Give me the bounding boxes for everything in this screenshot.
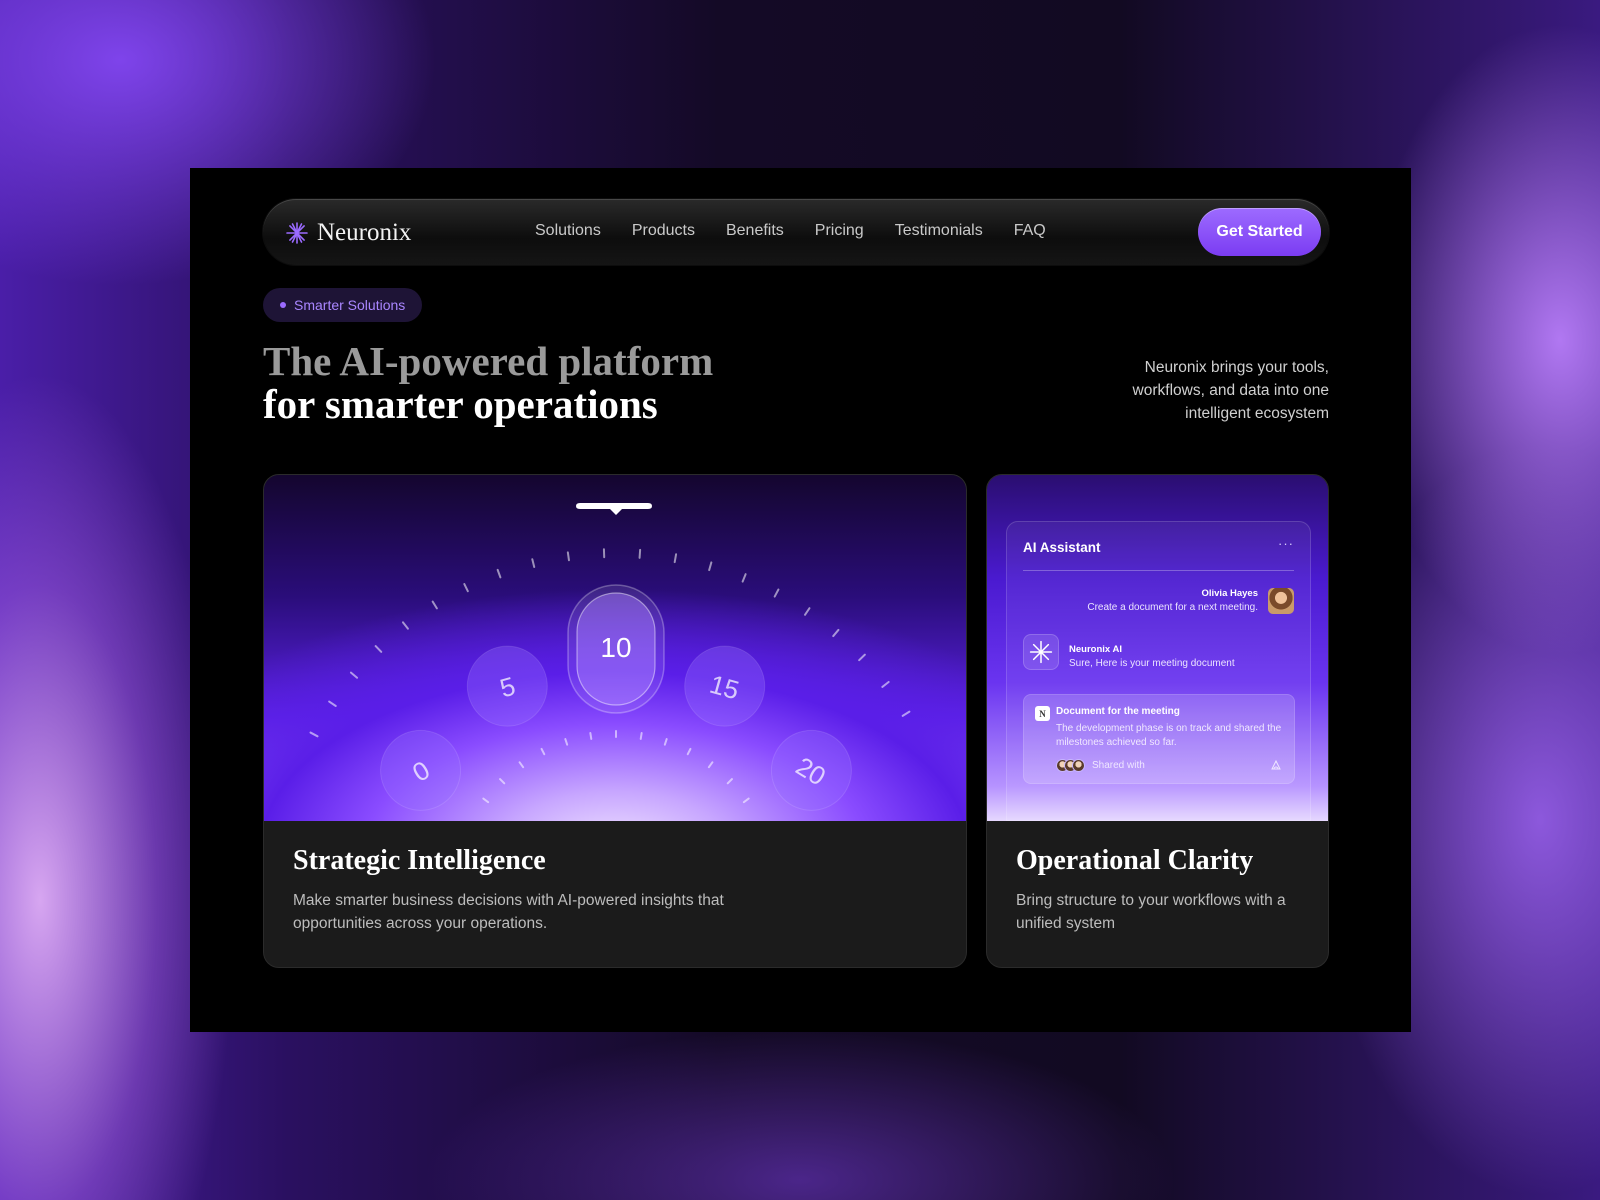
dot-icon	[280, 302, 286, 308]
dial-tick	[518, 761, 525, 769]
dial-tick	[741, 573, 747, 583]
avatar	[1268, 588, 1294, 614]
get-started-button[interactable]: Get Started	[1198, 208, 1321, 256]
hero-title: The AI-powered platform for smarter oper…	[263, 340, 713, 426]
hero-title-line2: for smarter operations	[263, 381, 658, 427]
nav-item-benefits[interactable]: Benefits	[726, 222, 784, 240]
nav-item-faq[interactable]: FAQ	[1014, 222, 1046, 240]
brand-name: Neuronix	[317, 219, 412, 246]
dial-tick	[707, 761, 714, 769]
ellipsis-icon[interactable]: ···	[1278, 536, 1294, 551]
divider	[1023, 570, 1294, 571]
nav-item-solutions[interactable]: Solutions	[535, 222, 601, 240]
hero-lead: Neuronix brings your tools, workflows, a…	[1132, 359, 1329, 422]
neuronix-ai-icon	[1023, 634, 1059, 670]
dial-tick	[708, 561, 713, 572]
dial-tick	[463, 583, 469, 593]
nav-item-testimonials[interactable]: Testimonials	[895, 222, 983, 240]
document-title: Document for the meeting	[1056, 706, 1180, 717]
dial-tick	[531, 558, 536, 569]
card-description: Bring structure to your workflows with a…	[1016, 892, 1286, 932]
dial-tick	[804, 607, 811, 616]
dial-tick	[589, 732, 593, 740]
ai-message: Sure, Here is your meeting document	[1069, 658, 1235, 669]
dial-tick	[673, 553, 678, 564]
avatar	[1072, 759, 1085, 772]
document-card[interactable]: N Document for the meeting The developme…	[1023, 694, 1295, 784]
dial-tick	[726, 778, 733, 785]
dial-tick	[566, 551, 570, 562]
dial-tick	[401, 621, 409, 630]
pointer-marker	[576, 503, 652, 515]
ai-assistant-panel: AI Assistant ··· Olivia Hayes Create a d…	[1006, 521, 1311, 821]
dial-tick	[496, 568, 502, 579]
feature-card-strategic: 0 5 10 15 20 Strategic Intelligence Make sma…	[263, 474, 967, 968]
shared-with: Shared with	[1056, 759, 1145, 772]
nav-item-pricing[interactable]: Pricing	[815, 222, 864, 240]
share-icon[interactable]	[1270, 759, 1282, 771]
feature-card-operational: AI Assistant ··· Olivia Hayes Create a d…	[986, 474, 1329, 968]
card-description: Make smarter business decisions with AI-…	[293, 892, 724, 932]
card-body: Operational Clarity Bring structure to y…	[1016, 845, 1308, 935]
nav-menu: Solutions Products Benefits Pricing Test…	[535, 222, 1046, 240]
badge-label: Smarter Solutions	[294, 297, 406, 313]
dial-tick	[564, 738, 569, 746]
assistant-visual: AI Assistant ··· Olivia Hayes Create a d…	[987, 475, 1328, 821]
dial-tick	[686, 747, 692, 756]
dial-tick	[328, 700, 337, 707]
dial-tick	[374, 645, 383, 653]
dial-tick	[639, 732, 643, 740]
dial-tick	[881, 680, 890, 688]
document-summary: The development phase is on track and sh…	[1056, 723, 1282, 748]
user-name: Olivia Hayes	[1201, 588, 1258, 599]
shared-label: Shared with	[1092, 760, 1145, 771]
nav-item-products[interactable]: Products	[632, 222, 695, 240]
dial-tick	[858, 653, 866, 662]
dial-tick	[349, 671, 359, 679]
avatar-group	[1056, 759, 1085, 772]
dial-tick	[309, 731, 319, 738]
dial-selector[interactable]: 05101520	[264, 475, 966, 821]
dial-tick	[431, 600, 438, 610]
asterisk-logo-icon	[286, 222, 308, 244]
dial-value-label: 10	[600, 632, 631, 663]
section-badge: Smarter Solutions	[263, 288, 423, 322]
dial-tick	[773, 588, 780, 598]
dial-tick	[540, 747, 546, 756]
card-title: Operational Clarity	[1016, 845, 1254, 876]
dial-tick	[482, 797, 490, 804]
dial-tick	[499, 778, 506, 785]
dial-visual: 0 5 10 15 20	[264, 475, 966, 821]
hero-title-line1: The AI-powered platform	[263, 338, 714, 384]
ai-name: Neuronix AI	[1069, 644, 1122, 655]
dial-tick	[638, 548, 642, 559]
dial-tick	[901, 710, 911, 717]
assistant-title: AI Assistant	[1023, 540, 1101, 555]
dial-tick	[742, 797, 750, 804]
document-icon: N	[1035, 706, 1050, 721]
landing-page: Neuronix Solutions Products Benefits Pri…	[190, 168, 1411, 1032]
dial-tick	[663, 738, 668, 746]
brand-logo[interactable]: Neuronix	[285, 219, 411, 247]
dial-tick	[832, 628, 840, 638]
user-message: Create a document for a next meeting.	[1087, 602, 1258, 613]
card-body: Strategic Intelligence Make smarter busi…	[293, 845, 946, 935]
card-title: Strategic Intelligence	[293, 845, 546, 876]
top-nav: Neuronix Solutions Products Benefits Pri…	[263, 199, 1329, 265]
